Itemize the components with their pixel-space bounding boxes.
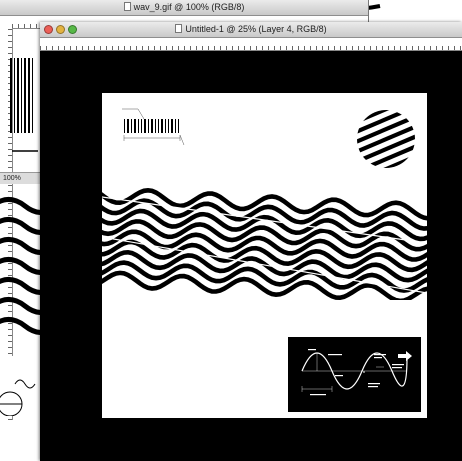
wave-diagram-box bbox=[288, 337, 421, 412]
wave-band-graphic bbox=[102, 187, 427, 300]
untitled-titlebar[interactable]: Untitled-1 @ 25% (Layer 4, RGB/8) bbox=[40, 22, 462, 38]
wav9-line-pattern bbox=[10, 58, 38, 152]
striped-circle-graphic bbox=[357, 110, 415, 168]
document-icon bbox=[175, 24, 183, 33]
canvas-artboard[interactable] bbox=[102, 93, 427, 418]
wav9-titlebar[interactable]: wav_9.gif @ 100% (RGB/8) bbox=[0, 0, 368, 16]
wav9-zoom-level[interactable]: 100% bbox=[3, 175, 21, 182]
untitled-document-window[interactable]: Untitled-1 @ 25% (Layer 4, RGB/8) bbox=[40, 22, 462, 461]
wav9-title: wav_9.gif @ 100% (RGB/8) bbox=[133, 2, 245, 12]
wav9-wave-artwork bbox=[0, 197, 40, 335]
barcode-graphic bbox=[122, 108, 185, 146]
wav9-diagram-fragment bbox=[0, 356, 40, 416]
wav9-status-bar: 100% bbox=[0, 172, 43, 184]
untitled-title: Untitled-1 @ 25% (Layer 4, RGB/8) bbox=[185, 24, 327, 34]
untitled-horizontal-ruler[interactable] bbox=[40, 38, 462, 51]
document-icon bbox=[123, 2, 131, 11]
